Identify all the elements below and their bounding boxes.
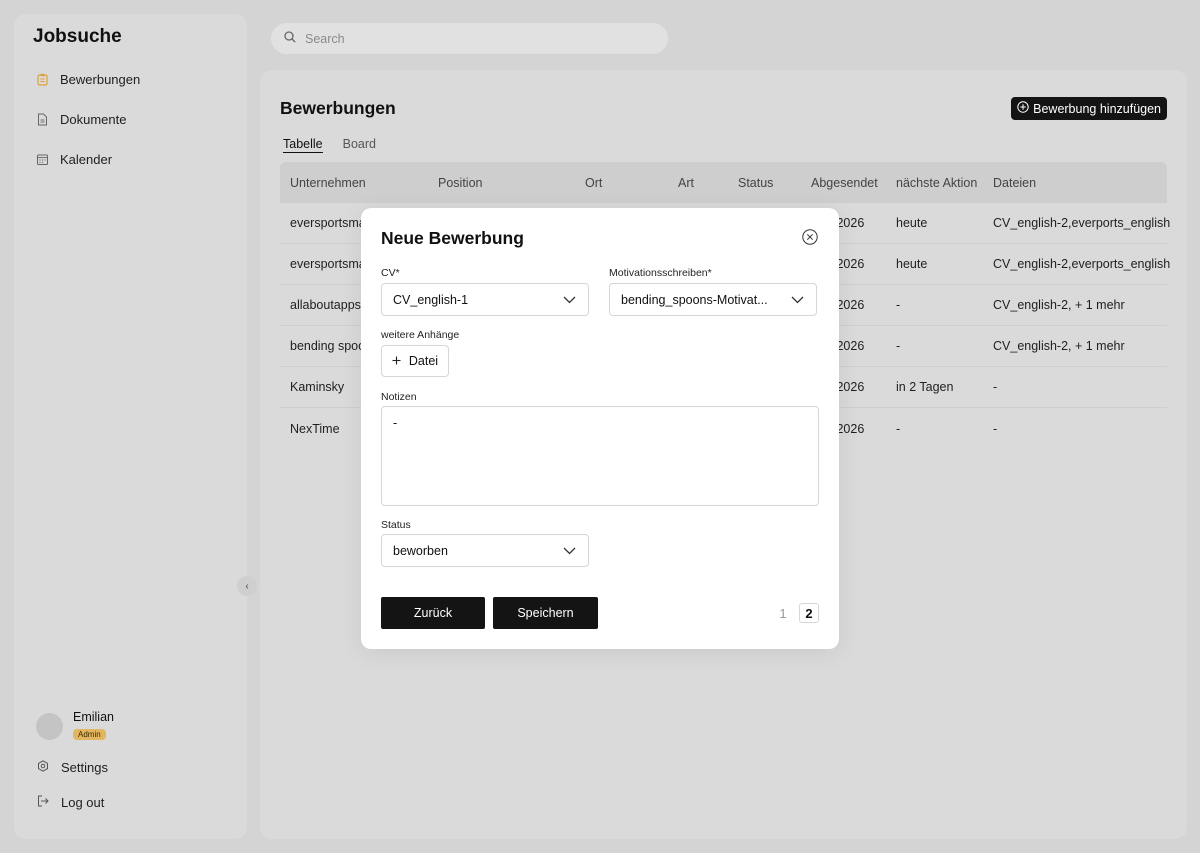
chevron-down-icon (791, 293, 804, 307)
avatar (36, 712, 63, 740)
files-cell: - (993, 380, 998, 394)
calendar-icon (37, 153, 48, 166)
sidebar-item-kalender[interactable]: Kalender (37, 152, 112, 167)
add-button-label: Bewerbung hinzufügen (1033, 101, 1161, 116)
company-cell: Kaminsky (290, 380, 345, 394)
column-header[interactable]: Position (438, 176, 482, 190)
company-cell: bending spoo (290, 339, 366, 353)
column-header[interactable]: Unternehmen (290, 176, 366, 190)
chevron-down-icon (563, 544, 576, 558)
close-icon (802, 229, 818, 249)
app-title: Jobsuche (33, 26, 122, 47)
next-action-cell: - (896, 421, 901, 436)
next-action-cell: - (896, 298, 901, 312)
user-name: Emilian (73, 710, 114, 724)
save-button[interactable]: Speichern (493, 597, 598, 629)
plus-icon (392, 354, 401, 368)
notes-label: Notizen (381, 391, 417, 403)
tab-board[interactable]: Board (343, 137, 376, 153)
settings-label: Settings (61, 760, 108, 775)
cv-label: CV* (381, 267, 400, 279)
back-button[interactable]: Zurück (381, 597, 485, 629)
page-button-2[interactable]: 2 (799, 603, 819, 623)
next-action-cell: heute (896, 257, 928, 271)
company-cell: eversportsma (290, 257, 366, 271)
add-application-button[interactable]: Bewerbung hinzufügen (1011, 97, 1167, 120)
column-header[interactable]: Abgesendet (811, 176, 878, 190)
files-cell: CV_english-2, + 1 mehr (993, 339, 1125, 353)
close-modal-button[interactable] (802, 229, 818, 245)
next-action-cell: - (896, 339, 901, 353)
page-button-1[interactable]: 1 (773, 603, 793, 623)
collapse-sidebar-button[interactable]: ‹ (237, 576, 257, 596)
user-profile[interactable]: Emilian Admin (36, 710, 114, 742)
view-tabs: Tabelle Board (283, 137, 376, 153)
chevron-left-icon: ‹ (245, 580, 249, 592)
new-application-modal: Neue Bewerbung CV* CV_english-1 Motivati… (361, 208, 839, 649)
sidebar-item-label: Kalender (60, 152, 113, 167)
motivation-select-value: bending_spoons-Motivat... (621, 292, 768, 307)
column-header[interactable]: Art (678, 176, 694, 190)
plus-circle-icon (1017, 101, 1029, 116)
status-label: Status (381, 519, 411, 531)
column-header[interactable]: Status (738, 176, 773, 190)
page-title: Bewerbungen (280, 98, 396, 118)
sidebar-item-label: Dokumente (60, 112, 127, 127)
add-file-button[interactable]: Datei (381, 345, 449, 377)
sidebar-item-dokumente[interactable]: Dokumente (37, 112, 126, 127)
column-header[interactable]: Ort (585, 176, 602, 190)
settings-link[interactable]: Settings (37, 760, 108, 775)
document-icon (37, 113, 48, 126)
search-input[interactable]: Search (271, 23, 668, 54)
modal-pager: 1 2 (773, 603, 819, 623)
files-cell: CV_english-2,everports_english (993, 257, 1171, 271)
files-cell: CV_english-2,everports_english (993, 216, 1171, 230)
sidebar-item-label: Bewerbungen (60, 72, 141, 87)
motivation-select[interactable]: bending_spoons-Motivat... (609, 283, 817, 316)
search-icon (284, 30, 296, 48)
company-cell: NexTime (290, 421, 340, 436)
cv-select-value: CV_english-1 (393, 292, 469, 307)
next-action-cell: heute (896, 216, 928, 230)
logout-link[interactable]: Log out (37, 795, 104, 810)
status-select-value: beworben (393, 543, 448, 558)
modal-title: Neue Bewerbung (381, 228, 524, 248)
clipboard-icon (37, 73, 48, 86)
chevron-down-icon (563, 293, 576, 307)
add-file-label: Datei (408, 354, 439, 368)
motivation-label: Motivationsschreiben* (609, 267, 712, 279)
logout-icon (37, 795, 49, 810)
attachments-label: weitere Anhänge (381, 329, 460, 341)
column-header[interactable]: nächste Aktion (896, 176, 977, 190)
company-cell: allaboutapps (290, 298, 361, 312)
logout-label: Log out (61, 795, 105, 810)
search-placeholder: Search (305, 31, 345, 46)
sidebar: Jobsuche Bewerbungen Dokumente Kalender … (14, 14, 257, 839)
table-header: Unternehmen Position Ort Art Status Abge… (280, 162, 1167, 203)
company-cell: eversportsma (290, 216, 366, 230)
cv-select[interactable]: CV_english-1 (381, 283, 589, 316)
next-action-cell: in 2 Tagen (896, 380, 954, 394)
gear-icon (37, 760, 49, 775)
status-select[interactable]: beworben (381, 534, 589, 567)
notes-textarea[interactable]: - (381, 406, 819, 506)
tab-tabelle[interactable]: Tabelle (283, 137, 323, 153)
files-cell: CV_english-2, + 1 mehr (993, 298, 1125, 312)
column-header[interactable]: Dateien (993, 176, 1036, 190)
role-badge: Admin (73, 729, 106, 740)
files-cell: - (993, 421, 998, 436)
sidebar-item-bewerbungen[interactable]: Bewerbungen (37, 72, 140, 87)
